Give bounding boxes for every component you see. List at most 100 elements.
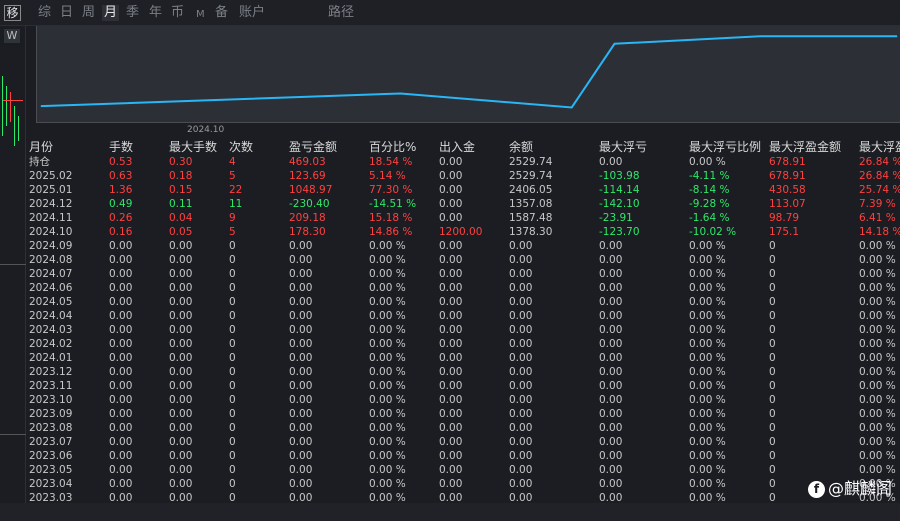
header-percent[interactable]: 百分比% [369,139,416,155]
table-row[interactable]: 2024.02 0.00 0.00 0 0.00 0.00 % 0.00 0.00 0.00 0.… [27,337,900,351]
tab-day[interactable]: 日 [60,5,73,21]
table-cell: 14.18 % [859,226,900,238]
table-cell: 0.00 [289,450,313,462]
table-cell: 2024.11 [29,212,73,224]
header-max-profit[interactable]: 最大浮盈 [859,139,900,155]
table-cell: 678.91 [769,156,806,168]
tab-month[interactable]: 月 [102,5,120,21]
header-lots[interactable]: 手数 [109,139,133,155]
table-row[interactable]: 2024.11 0.26 0.04 9 209.18 15.18 % 0.00 1587.48… [27,211,900,225]
table-cell: 0 [229,254,236,266]
table-cell: 6.41 % [859,212,896,224]
table-row[interactable]: 2023.11 0.00 0.00 0 0.00 0.00 % 0.00 0.00 0.00 0.… [27,379,900,393]
tab-overview[interactable]: 综 [38,5,51,21]
table-cell: 0.00 [109,436,133,448]
table-row[interactable]: 2025.01 1.36 0.15 22 1048.97 77.30 % 0.00 2406.… [27,183,900,197]
tab-backup[interactable]: 备 [215,5,228,21]
table-cell: 2529.74 [509,170,553,182]
header-max-drawdown-ratio[interactable]: 最大浮亏比例 [689,139,761,155]
tab-account[interactable]: 账户 [239,5,265,21]
table-row[interactable]: 2023.12 0.00 0.00 0 0.00 0.00 % 0.00 0.00 0.00 0.… [27,365,900,379]
table-row[interactable]: 2023.05 0.00 0.00 0 0.00 0.00 % 0.00 0.00 0.00 0.… [27,463,900,477]
table-cell: 2023.07 [29,436,73,448]
table-cell: 0 [229,394,236,406]
tab-m[interactable]: M [196,7,205,23]
table-row[interactable]: 2024.06 0.00 0.00 0 0.00 0.00 % 0.00 0.00 0.00 0.… [27,281,900,295]
table-cell: 0.00 [289,436,313,448]
table-cell: 0.00 [169,254,193,266]
tab-week[interactable]: 周 [82,5,95,21]
table-cell: 0.00 % [369,394,406,406]
tab-quarter[interactable]: 季 [126,5,139,21]
table-row[interactable]: 2024.04 0.00 0.00 0 0.00 0.00 % 0.00 0.00 0.00 0.… [27,309,900,323]
table-row[interactable]: 2023.09 0.00 0.00 0 0.00 0.00 % 0.00 0.00 0.00 0.… [27,407,900,421]
table-cell: 0.00 [289,464,313,476]
table-row[interactable]: 2024.05 0.00 0.00 0 0.00 0.00 % 0.00 0.00 0.00 0.… [27,295,900,309]
table-cell: -1.64 % [689,212,730,224]
table-cell: 430.58 [769,184,806,196]
header-month[interactable]: 月份 [29,139,53,155]
table-cell: 2024.04 [29,310,73,322]
tab-year[interactable]: 年 [149,5,162,21]
header-deposit[interactable]: 出入金 [439,139,475,155]
table-cell: 0.00 % [859,254,896,266]
table-cell: 0.00 [599,254,623,266]
table-row[interactable]: 2023.08 0.00 0.00 0 0.00 0.00 % 0.00 0.00 0.00 0.… [27,421,900,435]
table-cell: 0.00 [509,450,533,462]
table-cell: 0.00 [169,268,193,280]
table-row[interactable]: 2024.09 0.00 0.00 0 0.00 0.00 % 0.00 0.00 0.00 0.… [27,239,900,253]
table-cell: 0.00 [169,478,193,490]
table-cell: 0.00 % [369,240,406,252]
table-cell: 0.00 [109,366,133,378]
tab-currency[interactable]: 币 [171,5,184,21]
table-cell: 0.00 [599,394,623,406]
table-cell: 0.00 [109,478,133,490]
table-row[interactable]: 2023.10 0.00 0.00 0 0.00 0.00 % 0.00 0.00 0.00 0.… [27,393,900,407]
table-cell: 0.00 [169,422,193,434]
table-cell: 0.00 % [369,450,406,462]
table-cell: 0.00 [109,394,133,406]
w-icon[interactable]: W [4,29,20,43]
table-cell: 0.00 % [369,296,406,308]
table-cell: 0.00 [289,282,313,294]
table-row[interactable]: 2024.12 0.49 0.11 11 -230.40 -14.51 % 0.00 1357… [27,197,900,211]
table-cell: 0.00 [109,450,133,462]
table-cell: 0.00 [109,240,133,252]
table-row[interactable]: 2023.07 0.00 0.00 0 0.00 0.00 % 0.00 0.00 0.00 0.… [27,435,900,449]
move-button[interactable]: 移 [4,5,21,21]
table-row[interactable]: 2025.02 0.63 0.18 5 123.69 5.14 % 0.00 2529.74 -… [27,169,900,183]
table-cell: 18.54 % [369,156,413,168]
table-cell: 0.00 % [369,464,406,476]
table-cell: 0.15 [169,184,193,196]
table-row[interactable]: 2024.01 0.00 0.00 0 0.00 0.00 % 0.00 0.00 0.00 0.… [27,351,900,365]
header-count[interactable]: 次数 [229,139,253,155]
facebook-icon: f [807,481,825,498]
table-row[interactable]: 2024.03 0.00 0.00 0 0.00 0.00 % 0.00 0.00 0.00 0.… [27,323,900,337]
header-pnl[interactable]: 盈亏金额 [289,139,337,155]
table-row[interactable]: 持仓 0.53 0.30 4 469.03 18.54 % 0.00 2529.74 0.00 0… [27,155,900,169]
table-cell: 0.00 [439,408,463,420]
tab-path[interactable]: 路径 [328,5,354,21]
table-cell: 2023.10 [29,394,73,406]
header-max-drawdown[interactable]: 最大浮亏 [599,139,647,155]
table-cell: 0.00 [439,254,463,266]
table-cell: 0.00 [109,338,133,350]
header-max-lots[interactable]: 最大手数 [169,139,217,155]
table-row[interactable]: 2023.06 0.00 0.00 0 0.00 0.00 % 0.00 0.00 0.00 0.… [27,449,900,463]
table-cell: 2024.10 [29,226,73,238]
table-cell: 0.00 [439,212,463,224]
table-cell: 0.00 % [369,282,406,294]
table-cell: 0.00 % [369,352,406,364]
table-row[interactable]: 2024.10 0.16 0.05 5 178.30 14.86 % 1200.00 1378… [27,225,900,239]
table-cell: 0.00 % [369,436,406,448]
table-row[interactable]: 2023.04 0.00 0.00 0 0.00 0.00 % 0.00 0.00 0.00 0.… [27,477,900,491]
table-row[interactable]: 2024.08 0.00 0.00 0 0.00 0.00 % 0.00 0.00 0.00 0.… [27,253,900,267]
header-max-profit-amount[interactable]: 最大浮盈金额 [769,139,841,155]
table-cell: 0 [229,352,236,364]
table-cell: 11 [229,198,243,210]
x-tick-label: 2024.10 [187,125,225,135]
table-row[interactable]: 2024.07 0.00 0.00 0 0.00 0.00 % 0.00 0.00 0.00 0.… [27,267,900,281]
header-balance[interactable]: 余额 [509,139,533,155]
table-cell: 0.00 % [689,338,726,350]
table-cell: 2529.74 [509,156,553,168]
